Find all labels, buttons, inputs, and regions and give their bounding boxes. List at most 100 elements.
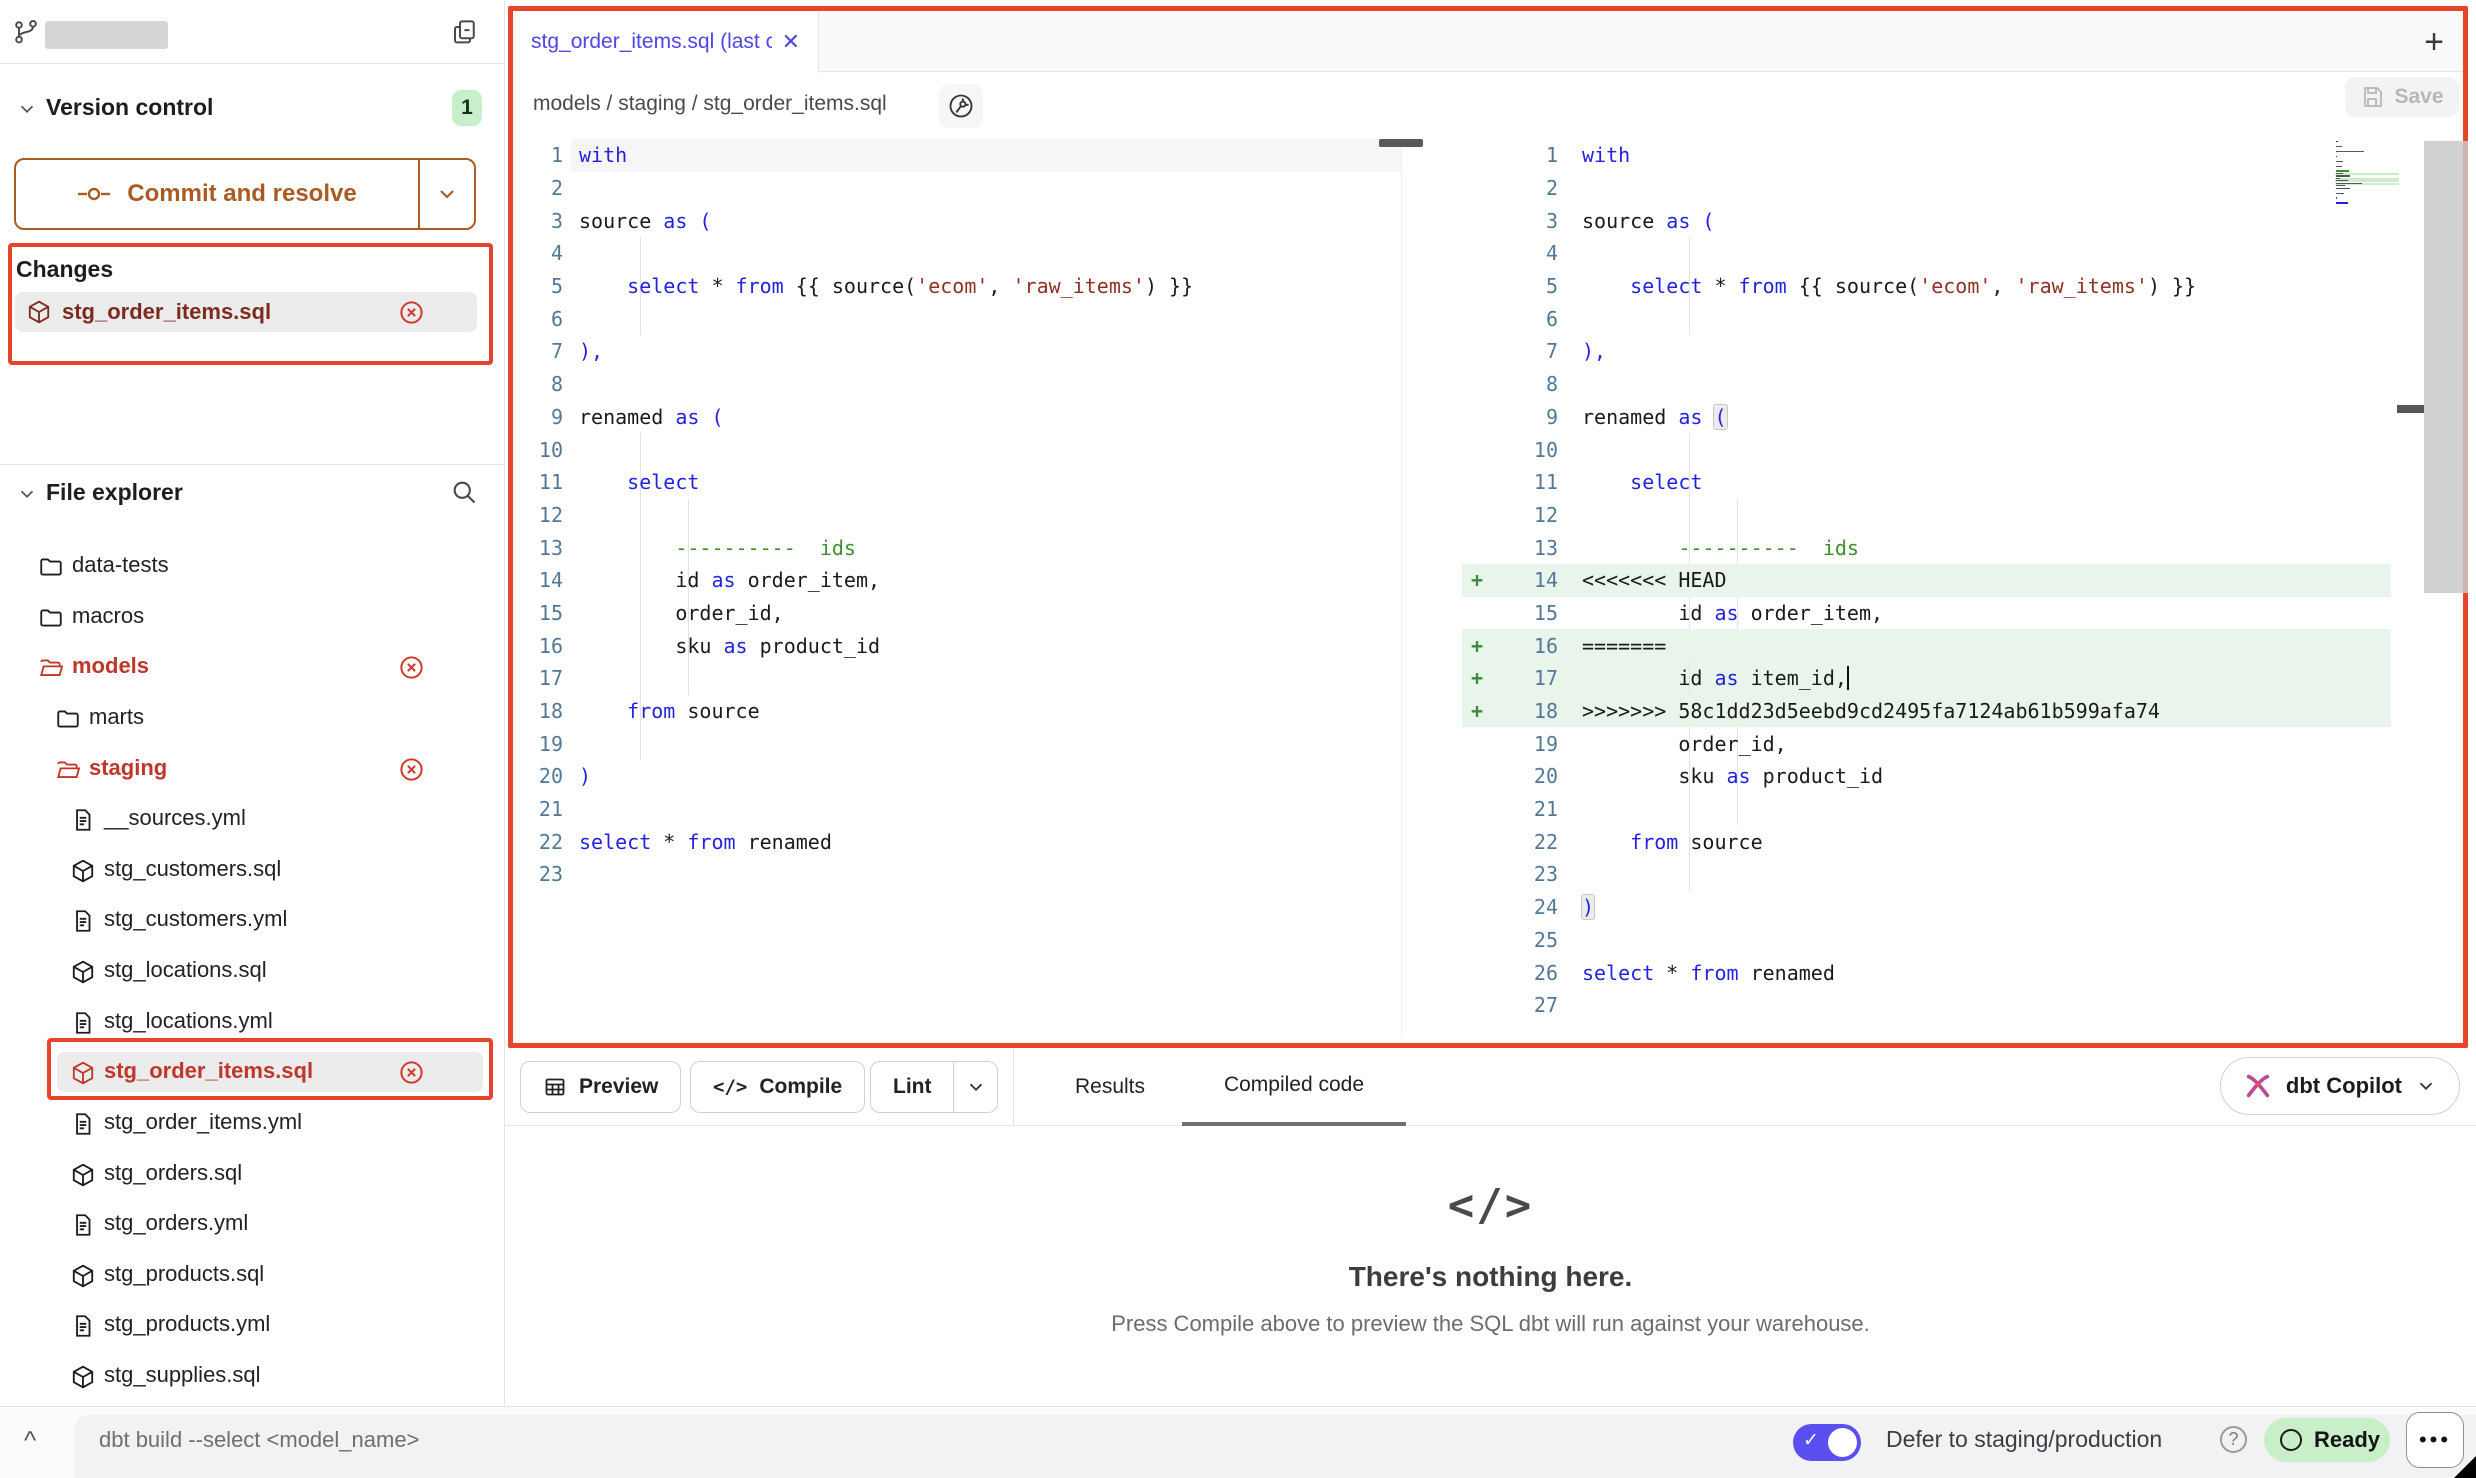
file-tree-item--sources-yml[interactable]: __sources.yml bbox=[0, 799, 505, 839]
code-line[interactable]: 18 from source bbox=[513, 695, 1401, 728]
discard-change-icon[interactable] bbox=[398, 299, 425, 326]
code-line[interactable]: 17 bbox=[513, 662, 1401, 695]
code-line[interactable]: 6 bbox=[1462, 302, 2391, 335]
code-line[interactable]: 21 bbox=[1462, 793, 2391, 826]
code-line[interactable]: 14 id as order_item, bbox=[513, 564, 1401, 597]
lineage-icon[interactable] bbox=[939, 84, 983, 128]
file-tree-item-stg-products-sql[interactable]: stg_products.sql bbox=[0, 1255, 505, 1295]
code-line[interactable]: +16======= bbox=[1462, 629, 2391, 662]
code-line[interactable]: 4 bbox=[1462, 237, 2391, 270]
code-line[interactable]: +17 id as item_id, bbox=[1462, 662, 2391, 695]
code-line[interactable]: 9renamed as ( bbox=[1462, 401, 2391, 434]
code-line[interactable]: +18>>>>>>> 58c1dd23d5eebd9cd2495fa7124ab… bbox=[1462, 695, 2391, 728]
error-x-circle-icon[interactable] bbox=[398, 1059, 425, 1086]
code-line[interactable]: 16 sku as product_id bbox=[513, 629, 1401, 662]
more-options-button[interactable]: ••• bbox=[2406, 1412, 2464, 1468]
right-pane-scrollbar-thumb[interactable] bbox=[2397, 405, 2424, 413]
code-line[interactable]: 1with bbox=[1462, 139, 2391, 172]
code-line[interactable]: 23 bbox=[1462, 858, 2391, 891]
code-line[interactable]: 13 ---------- ids bbox=[1462, 531, 2391, 564]
code-line[interactable]: 21 bbox=[513, 793, 1401, 826]
code-line[interactable]: 5 select * from {{ source('ecom', 'raw_i… bbox=[1462, 270, 2391, 303]
code-line[interactable]: 6 bbox=[513, 302, 1401, 335]
tab-close-icon[interactable]: ✕ bbox=[782, 29, 800, 55]
file-tree-item-stg-orders-sql[interactable]: stg_orders.sql bbox=[0, 1154, 505, 1194]
save-button[interactable]: Save bbox=[2345, 77, 2459, 117]
lint-dropdown-icon[interactable] bbox=[953, 1062, 997, 1112]
code-line[interactable]: 3source as ( bbox=[1462, 204, 2391, 237]
tab-stg-order-items[interactable]: stg_order_items.sql (last c... ✕ bbox=[513, 11, 819, 73]
lint-button[interactable]: Lint bbox=[870, 1061, 998, 1113]
code-line[interactable]: 2 bbox=[1462, 172, 2391, 205]
file-tree-item-marts[interactable]: marts bbox=[0, 698, 505, 738]
copy-files-icon[interactable] bbox=[450, 17, 480, 47]
file-tree-item-stg-orders-yml[interactable]: stg_orders.yml bbox=[0, 1204, 505, 1244]
help-icon[interactable]: ? bbox=[2220, 1426, 2247, 1453]
code-line[interactable]: 2 bbox=[513, 172, 1401, 205]
code-line[interactable]: 12 bbox=[1462, 499, 2391, 532]
code-line[interactable]: 20 sku as product_id bbox=[1462, 760, 2391, 793]
file-tree-item-models[interactable]: models bbox=[0, 647, 505, 687]
version-control-collapse-icon[interactable] bbox=[16, 98, 38, 120]
code-line[interactable]: 12 bbox=[513, 499, 1401, 532]
code-line[interactable]: 25 bbox=[1462, 924, 2391, 957]
status-ready-badge[interactable]: Ready bbox=[2264, 1418, 2390, 1462]
code-line[interactable]: 8 bbox=[513, 368, 1401, 401]
code-line[interactable]: 4 bbox=[513, 237, 1401, 270]
code-line[interactable]: 27 bbox=[1462, 989, 2391, 1022]
code-editor-left-pane[interactable]: 1with23source as (45 select * from {{ so… bbox=[513, 139, 1401, 891]
error-x-circle-icon[interactable] bbox=[398, 654, 425, 681]
code-line[interactable]: 10 bbox=[513, 433, 1401, 466]
commit-dropdown-button[interactable] bbox=[418, 160, 474, 228]
code-line[interactable]: 15 id as order_item, bbox=[1462, 597, 2391, 630]
git-branch-icon[interactable] bbox=[12, 18, 40, 46]
code-line[interactable]: 7), bbox=[513, 335, 1401, 368]
commit-and-resolve-button[interactable]: Commit and resolve bbox=[14, 158, 476, 230]
code-line[interactable]: 26select * from renamed bbox=[1462, 956, 2391, 989]
file-tree-item-data-tests[interactable]: data-tests bbox=[0, 546, 505, 586]
code-line[interactable]: 8 bbox=[1462, 368, 2391, 401]
search-icon[interactable] bbox=[450, 478, 478, 506]
left-pane-scrollbar-thumb[interactable] bbox=[1379, 139, 1423, 147]
error-x-circle-icon[interactable] bbox=[398, 756, 425, 783]
file-tree-item-stg-locations-sql[interactable]: stg_locations.sql bbox=[0, 951, 505, 991]
code-line[interactable]: 5 select * from {{ source('ecom', 'raw_i… bbox=[513, 270, 1401, 303]
code-line[interactable]: 7), bbox=[1462, 335, 2391, 368]
file-tree-item-stg-order-items-yml[interactable]: stg_order_items.yml bbox=[0, 1103, 505, 1143]
code-line[interactable]: 1with bbox=[513, 139, 1401, 172]
right-pane-scrollbar-track[interactable] bbox=[2424, 141, 2468, 593]
file-explorer-collapse-icon[interactable] bbox=[16, 483, 38, 505]
compile-button[interactable]: </> Compile bbox=[690, 1061, 865, 1113]
code-line[interactable]: 22 from source bbox=[1462, 825, 2391, 858]
file-tree-item-stg-customers-yml[interactable]: stg_customers.yml bbox=[0, 900, 505, 940]
code-line[interactable]: 20) bbox=[513, 760, 1401, 793]
code-editor-right-pane[interactable]: 1with23source as (45 select * from {{ so… bbox=[1462, 139, 2391, 1022]
code-line[interactable]: 15 order_id, bbox=[513, 597, 1401, 630]
preview-button[interactable]: Preview bbox=[520, 1061, 681, 1113]
file-tree-item-staging[interactable]: staging bbox=[0, 749, 505, 789]
changes-file-row[interactable]: stg_order_items.sql bbox=[15, 292, 477, 332]
defer-toggle[interactable]: ✓ bbox=[1793, 1424, 1861, 1461]
file-tree-item-macros[interactable]: macros bbox=[0, 597, 505, 637]
code-line[interactable]: 11 select bbox=[1462, 466, 2391, 499]
code-line[interactable]: +14<<<<<<< HEAD bbox=[1462, 564, 2391, 597]
code-line[interactable]: 24) bbox=[1462, 891, 2391, 924]
code-line[interactable]: 19 order_id, bbox=[1462, 727, 2391, 760]
dbt-copilot-button[interactable]: dbt Copilot bbox=[2220, 1057, 2460, 1115]
code-line[interactable]: 22select * from renamed bbox=[513, 825, 1401, 858]
file-tree-item-stg-supplies-sql[interactable]: stg_supplies.sql bbox=[0, 1356, 505, 1396]
code-line[interactable]: 19 bbox=[513, 727, 1401, 760]
minimap[interactable] bbox=[2335, 141, 2401, 217]
left-pane-scrollbar-track[interactable] bbox=[1401, 139, 1402, 1037]
tab-results[interactable]: Results bbox=[1050, 1048, 1170, 1126]
code-line[interactable]: 11 select bbox=[513, 466, 1401, 499]
code-line[interactable]: 9renamed as ( bbox=[513, 401, 1401, 434]
expand-command-panel-icon[interactable]: ^ bbox=[24, 1425, 36, 1456]
code-line[interactable]: 23 bbox=[513, 858, 1401, 891]
file-tree-item-stg-locations-yml[interactable]: stg_locations.yml bbox=[0, 1002, 505, 1042]
code-line[interactable]: 13 ---------- ids bbox=[513, 531, 1401, 564]
file-tree-item-stg-products-yml[interactable]: stg_products.yml bbox=[0, 1305, 505, 1345]
tab-compiled-code[interactable]: Compiled code bbox=[1182, 1048, 1406, 1126]
file-tree-item-stg-order-items-sql[interactable]: stg_order_items.sql bbox=[0, 1052, 505, 1092]
code-line[interactable]: 3source as ( bbox=[513, 204, 1401, 237]
